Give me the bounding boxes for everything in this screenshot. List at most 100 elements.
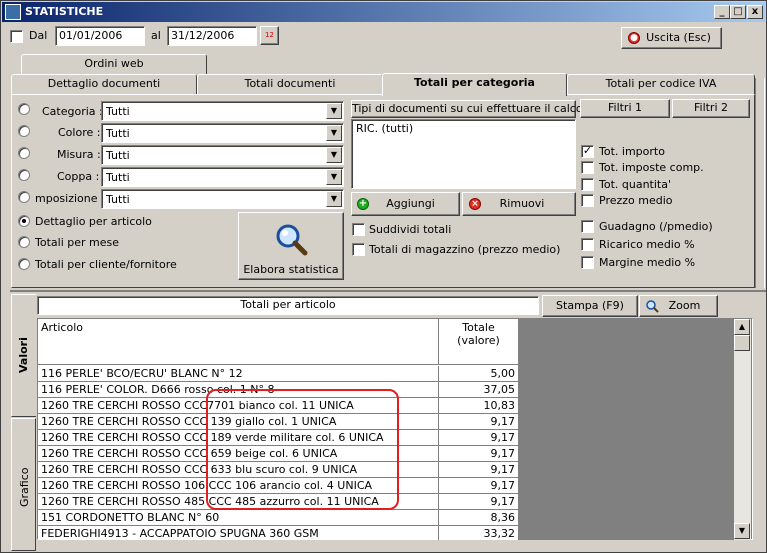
cell-totale: 8,36 (490, 511, 516, 524)
tab-totali-iva[interactable]: Totali per codice IVA (567, 74, 755, 94)
cell-totale: 9,17 (490, 431, 516, 444)
results-title-field: Totali per articolo (37, 296, 539, 315)
cell-totale: 33,32 (483, 527, 516, 540)
criteria-label-colore: Colore : (58, 126, 101, 139)
mode-radio-dettaglio-articolo[interactable] (18, 215, 30, 227)
rimuovi-label: Rimuovi (499, 197, 545, 210)
colore-select[interactable]: Tutti ▼ (101, 123, 344, 143)
doc-types-list[interactable]: RIC. (tutti) (351, 119, 576, 189)
side-tab-grafico[interactable]: Grafico (11, 418, 36, 551)
guadagno-checkbox[interactable] (581, 220, 594, 233)
misura-select[interactable]: Tutti ▼ (101, 145, 344, 165)
cell-articolo: 1260 TRE CERCHI ROSSO CCC7701 bianco col… (38, 398, 439, 414)
zoom-button[interactable]: Zoom (639, 295, 718, 317)
table-row[interactable]: FEDERIGHI4913 - ACCAPPATOIO SPUGNA 360 G… (38, 526, 518, 540)
list-item[interactable]: RIC. (tutti) (356, 122, 571, 135)
scroll-up-icon[interactable]: ▲ (734, 319, 750, 335)
chevron-down-icon[interactable]: ▼ (326, 191, 342, 207)
criteria-radio-composizione[interactable] (18, 191, 30, 203)
tab-dettaglio-documenti[interactable]: Dettaglio documenti (11, 74, 197, 94)
cell-totale: 9,17 (490, 463, 516, 476)
elabora-statistica-button[interactable]: Elabora statistica (238, 212, 344, 280)
table-row[interactable]: 151 CORDONETTO BLANC N° 60 8,36 (38, 510, 518, 526)
table-row[interactable]: 1260 TRE CERCHI ROSSO 106 CCC 106 aranci… (38, 478, 518, 494)
coppa-select[interactable]: Tutti ▼ (101, 167, 344, 187)
prezzo-medio-checkbox[interactable] (581, 194, 594, 207)
title-bar[interactable]: STATISTICHE _ □ x (2, 2, 765, 22)
tot-imposte-checkbox[interactable] (581, 161, 594, 174)
cell-articolo: FEDERIGHI4913 - ACCAPPATOIO SPUGNA 360 G… (38, 526, 439, 540)
statistics-window: STATISTICHE _ □ x Dal 01/01/2006 al 31/1… (0, 0, 767, 553)
criteria-radio-categoria[interactable] (18, 103, 30, 115)
tot-quantita-checkbox[interactable] (581, 178, 594, 191)
criteria-radio-coppa[interactable] (18, 169, 30, 181)
chevron-down-icon[interactable]: ▼ (326, 103, 342, 119)
exit-icon: ● (628, 32, 640, 44)
criteria-label-misura: Misura : (57, 148, 101, 161)
doc-types-header: Tipi di documenti su cui effettuare il c… (351, 100, 592, 118)
cell-articolo: 1260 TRE CERCHI ROSSO CCC 659 beige col.… (38, 446, 439, 462)
date-range-checkbox[interactable] (10, 30, 23, 43)
margine-checkbox[interactable] (581, 256, 594, 269)
window-title: STATISTICHE (25, 5, 104, 18)
table-row[interactable]: 1260 TRE CERCHI ROSSO CCC 189 verde mili… (38, 430, 518, 446)
cell-totale: 9,17 (490, 479, 516, 492)
criteria-radio-colore[interactable] (18, 125, 30, 137)
exit-button[interactable]: ● Uscita (Esc) (621, 27, 722, 49)
magazzino-label: Totali di magazzino (prezzo medio) (369, 243, 561, 256)
results-grid[interactable]: Articolo Totale (valore) 116 PERLE' BCO/… (38, 319, 518, 540)
zoom-icon (646, 300, 659, 313)
filtri-2-button[interactable]: Filtri 2 (672, 99, 750, 118)
cell-totale: 10,83 (483, 399, 516, 412)
cell-totale: 9,17 (490, 447, 516, 460)
column-header-totale[interactable]: Totale (valore) (439, 319, 518, 365)
grid-empty-area (518, 319, 734, 540)
rimuovi-button[interactable]: × Rimuovi (462, 192, 576, 216)
app-icon (5, 4, 21, 20)
maximize-button[interactable]: □ (730, 5, 746, 19)
table-row[interactable]: 1260 TRE CERCHI ROSSO 485 CCC 485 azzurr… (38, 494, 518, 510)
tab-ordini-web[interactable]: Ordini web (21, 54, 207, 74)
table-row[interactable]: 1260 TRE CERCHI ROSSO CCC7701 bianco col… (38, 398, 518, 414)
mode-radio-totali-mese[interactable] (18, 236, 30, 248)
ricarico-checkbox[interactable] (581, 238, 594, 251)
chevron-down-icon[interactable]: ▼ (326, 147, 342, 163)
tot-imposte-label: Tot. imposte comp. (599, 161, 704, 174)
date-to-input[interactable]: 31/12/2006 (167, 26, 257, 46)
tab-totali-documenti[interactable]: Totali documenti (197, 74, 383, 94)
al-label: al (151, 29, 161, 42)
table-row[interactable]: 1260 TRE CERCHI ROSSO CCC 139 giallo col… (38, 414, 518, 430)
table-row[interactable]: 116 PERLE' BCO/ECRU' BLANC N° 12 5,00 (38, 366, 518, 382)
suddividi-checkbox[interactable] (352, 223, 365, 236)
tot-importo-checkbox[interactable]: ✓ (581, 145, 594, 158)
vertical-scrollbar[interactable]: ▲ ▼ (734, 319, 751, 540)
column-header-articolo[interactable]: Articolo (38, 319, 439, 365)
chevron-down-icon[interactable]: ▼ (326, 169, 342, 185)
prezzo-medio-label: Prezzo medio (599, 194, 673, 207)
composizione-select[interactable]: Tutti ▼ (101, 189, 344, 209)
date-from-input[interactable]: 01/01/2006 (55, 26, 145, 46)
aggiungi-button[interactable]: + Aggiungi (351, 192, 460, 216)
side-tab-valori[interactable]: Valori (11, 294, 36, 417)
chevron-down-icon[interactable]: ▼ (326, 125, 342, 141)
mode-radio-totali-cliente[interactable] (18, 258, 30, 270)
cell-totale: 5,00 (490, 367, 516, 380)
scroll-down-icon[interactable]: ▼ (734, 523, 750, 539)
stampa-button[interactable]: Stampa (F9) (542, 295, 638, 317)
aggiungi-label: Aggiungi (386, 197, 435, 210)
criteria-label-coppa: Coppa : (57, 170, 100, 183)
cell-articolo: 1260 TRE CERCHI ROSSO 106 CCC 106 aranci… (38, 478, 439, 494)
criteria-radio-misura[interactable] (18, 147, 30, 159)
guadagno-label: Guadagno (/pmedio) (599, 220, 713, 233)
table-row[interactable]: 1260 TRE CERCHI ROSSO CCC 633 blu scuro … (38, 462, 518, 478)
categoria-select[interactable]: Tutti ▼ (101, 101, 344, 121)
filtri-1-button[interactable]: Filtri 1 (580, 99, 670, 118)
scroll-thumb[interactable] (734, 335, 750, 351)
cell-totale: 37,05 (483, 383, 516, 396)
calendar-icon[interactable]: 12 (260, 26, 279, 45)
table-row[interactable]: 116 PERLE' COLOR. D666 rosso col. 1 N° 8… (38, 382, 518, 398)
close-button[interactable]: x (747, 5, 763, 19)
table-row[interactable]: 1260 TRE CERCHI ROSSO CCC 659 beige col.… (38, 446, 518, 462)
magazzino-checkbox[interactable] (352, 243, 365, 256)
minimize-button[interactable]: _ (714, 5, 730, 19)
